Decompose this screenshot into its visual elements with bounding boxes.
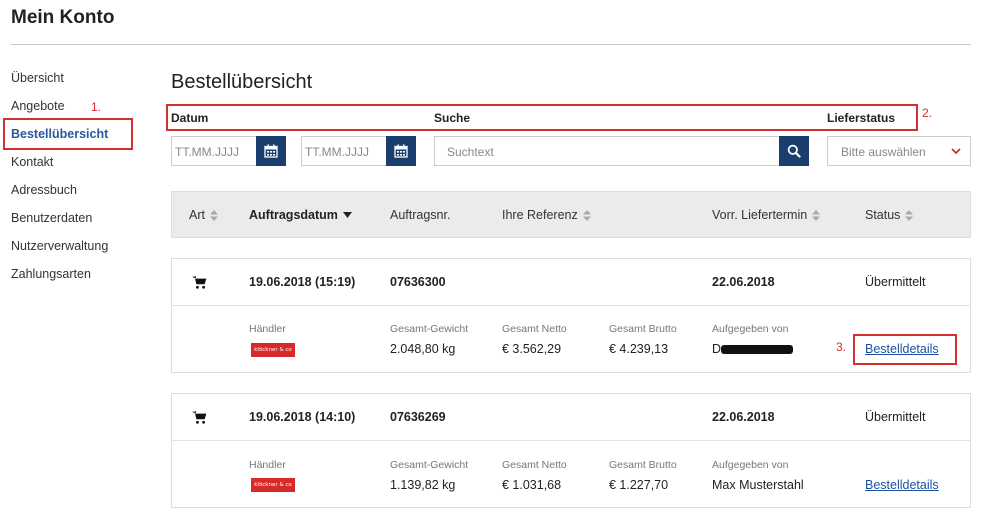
sort-icon — [582, 209, 591, 221]
sidebar-item-nutzerverwaltung[interactable]: Nutzerverwaltung — [11, 232, 151, 260]
main-title: Bestellübersicht — [171, 71, 313, 93]
search-placeholder: Suchtext — [447, 145, 494, 159]
column-header-auftragsnr[interactable]: Auftragsnr. — [390, 208, 450, 222]
column-header-auftragsdatum[interactable]: Auftragsdatum — [249, 208, 352, 222]
search-icon — [787, 144, 801, 158]
page-title: Mein Konto — [11, 7, 115, 28]
column-header-liefertermin[interactable]: Vorr. Liefertermin — [712, 208, 821, 222]
annotation-number-2: 2. — [922, 106, 933, 120]
label-brutto: Gesamt Brutto — [609, 323, 677, 335]
label-aufgegeben: Aufgegeben von — [712, 323, 789, 335]
filter-label-date: Datum — [171, 111, 209, 125]
calendar-icon — [264, 144, 278, 158]
shopping-cart-icon — [192, 276, 207, 289]
sidebar-item-adressbuch[interactable]: Adressbuch — [11, 176, 151, 204]
chevron-down-icon — [951, 148, 961, 155]
sort-icon — [812, 209, 821, 221]
filter-label-status: Lieferstatus — [827, 111, 896, 125]
label-brutto: Gesamt Brutto — [609, 459, 677, 471]
sort-desc-icon — [342, 212, 352, 218]
sort-icon — [209, 209, 218, 221]
sidebar-item-uebersicht[interactable]: Übersicht — [11, 64, 151, 92]
date-to-calendar-button[interactable] — [386, 136, 416, 166]
annotation-box-filter — [166, 104, 918, 131]
column-label-auftragsnr: Auftragsnr. — [390, 208, 451, 222]
annotation-number-3: 3. — [836, 340, 847, 354]
order-net: € 1.031,68 — [502, 478, 562, 492]
status-select-placeholder: Bitte auswählen — [841, 145, 926, 159]
order-status: Übermittelt — [865, 410, 926, 424]
order-card: 19.06.2018 (15:19) 07636300 22.06.2018 Ü… — [171, 258, 971, 373]
sidebar-item-angebote[interactable]: Angebote — [11, 92, 151, 120]
search-input[interactable]: Suchtext — [434, 136, 780, 166]
annotation-box-details — [853, 334, 957, 365]
annotation-box-sidebar — [3, 118, 133, 150]
column-label-referenz: Ihre Referenz — [502, 208, 578, 222]
table-header: Art Auftragsdatum Auftragsnr. Ihre Refer… — [171, 191, 971, 238]
order-date: 19.06.2018 (15:19) — [249, 275, 356, 289]
calendar-icon — [394, 144, 408, 158]
column-label-art: Art — [189, 208, 205, 222]
order-details-link[interactable]: Bestelldetails — [865, 478, 939, 492]
label-netto: Gesamt Netto — [502, 459, 567, 471]
column-label-status: Status — [865, 208, 901, 222]
merchant-logo: klöckner & co — [251, 478, 295, 492]
column-header-referenz[interactable]: Ihre Referenz — [502, 208, 591, 222]
sidebar-item-kontakt[interactable]: Kontakt — [11, 148, 151, 176]
order-weight: 1.139,82 kg — [390, 478, 456, 492]
order-card: 19.06.2018 (14:10) 07636269 22.06.2018 Ü… — [171, 393, 971, 508]
date-from-calendar-button[interactable] — [256, 136, 286, 166]
order-gross: € 1.227,70 — [609, 478, 669, 492]
sidebar-item-zahlungsarten[interactable]: Zahlungsarten — [11, 260, 151, 288]
sidebar-item-benutzerdaten[interactable]: Benutzerdaten — [11, 204, 151, 232]
label-haendler: Händler — [249, 459, 286, 471]
order-gross: € 4.239,13 — [609, 342, 669, 356]
shopping-cart-icon — [192, 411, 207, 424]
label-netto: Gesamt Netto — [502, 323, 567, 335]
order-status: Übermittelt — [865, 275, 926, 289]
search-button[interactable] — [779, 136, 809, 166]
order-placed-by: Max Musterstahl — [712, 478, 804, 492]
order-delivery-date: 22.06.2018 — [712, 275, 775, 289]
label-aufgegeben: Aufgegeben von — [712, 459, 789, 471]
order-number: 07636269 — [390, 410, 446, 424]
date-to-placeholder: TT.MM.JJJJ — [305, 145, 369, 159]
order-net: € 3.562,29 — [502, 342, 562, 356]
sort-icon — [905, 209, 914, 221]
order-placed-by: D — [712, 342, 722, 356]
date-from-input[interactable]: TT.MM.JJJJ — [171, 136, 257, 166]
order-weight: 2.048,80 kg — [390, 342, 456, 356]
status-select[interactable]: Bitte auswählen — [827, 136, 971, 166]
merchant-logo: klöckner & co — [251, 343, 295, 357]
date-from-placeholder: TT.MM.JJJJ — [175, 145, 239, 159]
date-to-input[interactable]: TT.MM.JJJJ — [301, 136, 387, 166]
label-gewicht: Gesamt-Gewicht — [390, 323, 469, 335]
redaction-bar — [721, 345, 793, 354]
title-divider — [11, 44, 971, 45]
order-number: 07636300 — [390, 275, 446, 289]
order-date: 19.06.2018 (14:10) — [249, 410, 356, 424]
column-header-status[interactable]: Status — [865, 208, 914, 222]
column-label-liefertermin: Vorr. Liefertermin — [712, 208, 808, 222]
label-gewicht: Gesamt-Gewicht — [390, 459, 469, 471]
label-haendler: Händler — [249, 323, 286, 335]
order-divider — [172, 440, 970, 441]
order-delivery-date: 22.06.2018 — [712, 410, 775, 424]
column-header-art[interactable]: Art — [189, 208, 218, 222]
order-divider — [172, 305, 970, 306]
annotation-number-1: 1. — [91, 100, 102, 114]
filter-label-search: Suche — [434, 111, 471, 125]
sidebar: Übersicht Angebote Bestellübersicht Kont… — [11, 64, 151, 288]
column-label-auftragsdatum: Auftragsdatum — [249, 208, 338, 222]
